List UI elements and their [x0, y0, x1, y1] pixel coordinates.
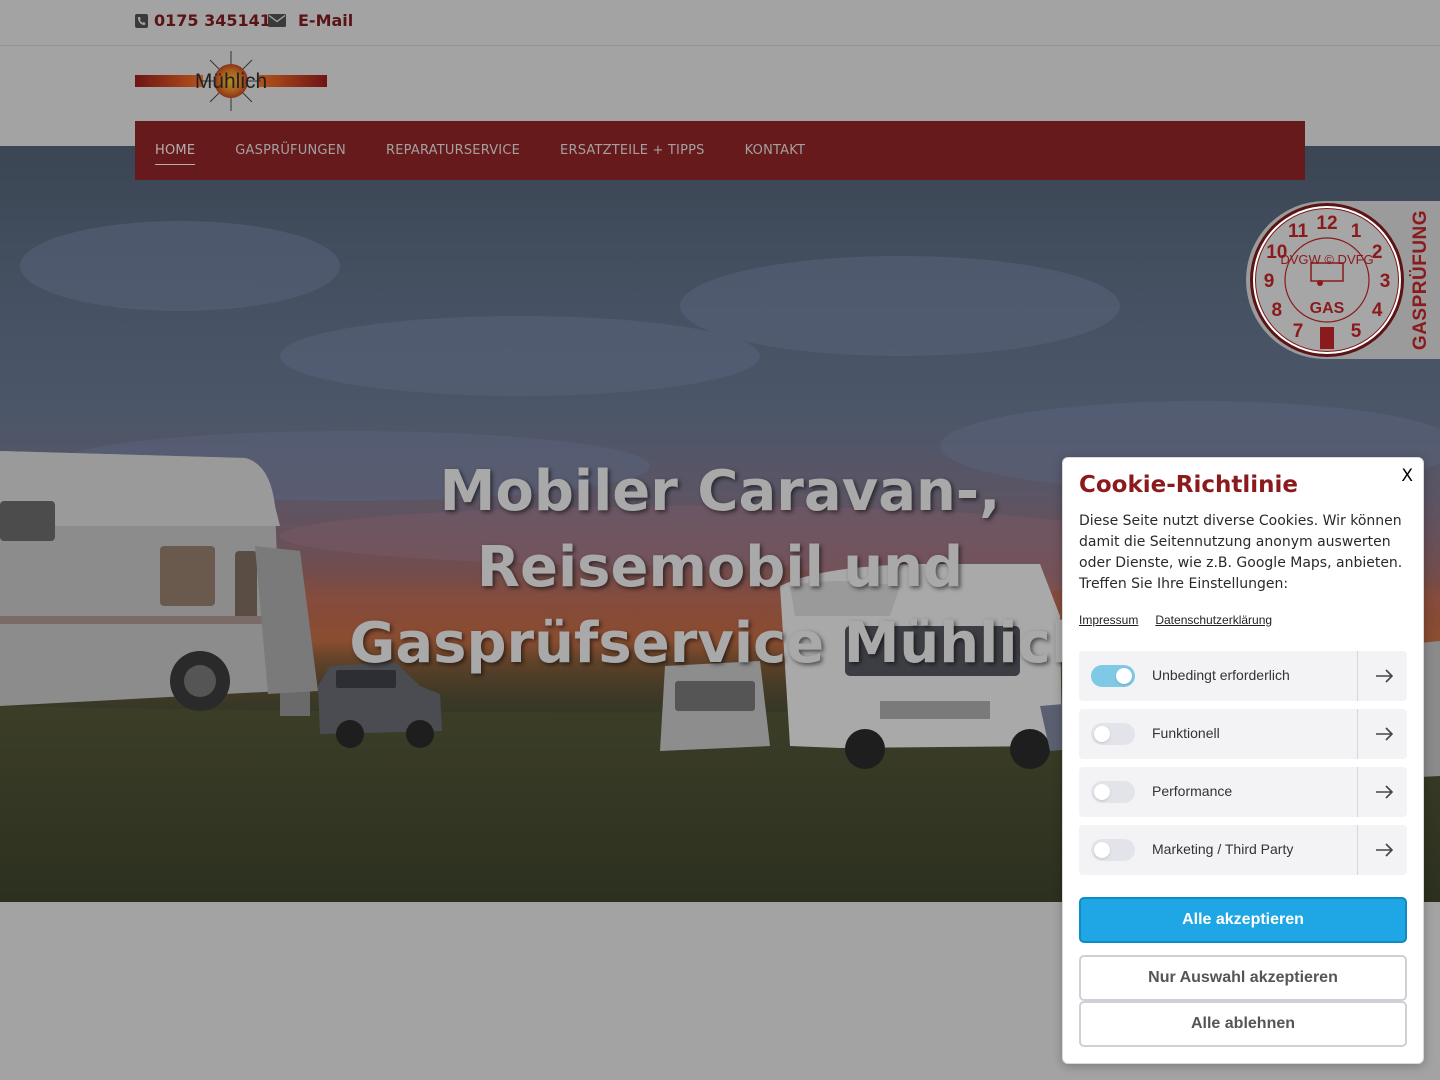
category-label: Unbedingt erforderlich — [1152, 667, 1290, 683]
arrow-right-icon[interactable] — [1373, 839, 1395, 861]
cookie-consent-dialog: X Cookie-Richtlinie Diese Seite nutzt di… — [1062, 457, 1424, 1064]
cookie-category-necessary[interactable]: Unbedingt erforderlich — [1079, 651, 1407, 701]
cookie-category-marketing[interactable]: Marketing / Third Party — [1079, 825, 1407, 875]
hero-title-line-1: Mobiler Caravan-, — [439, 459, 1001, 524]
close-button[interactable]: X — [1401, 466, 1413, 486]
nav-item-reparaturservice[interactable]: Reparaturservice — [386, 137, 520, 164]
gas-badge-label-text: GASPRÜFUNG — [1410, 209, 1431, 351]
category-label: Marketing / Third Party — [1152, 841, 1294, 857]
cookie-category-performance[interactable]: Performance — [1079, 767, 1407, 817]
arrow-right-icon[interactable] — [1373, 781, 1395, 803]
toggle-knob — [1094, 842, 1110, 858]
seal-center-text: GAS — [1310, 300, 1345, 317]
seal-month-12: 12 — [1316, 213, 1337, 234]
reject-all-button[interactable]: Alle ablehnen — [1079, 1001, 1407, 1047]
phone-link[interactable]: 0175 3451411 — [135, 11, 282, 30]
logo-text: Mühlich — [195, 70, 267, 93]
cookie-title: Cookie-Richtlinie — [1079, 472, 1299, 498]
phone-number: 0175 3451411 — [154, 11, 283, 30]
cookie-category-functional[interactable]: Funktionell — [1079, 709, 1407, 759]
contact-bar: 0175 3451411 E-Mail — [0, 0, 1440, 46]
seal-month-3: 3 — [1380, 271, 1391, 292]
site-logo[interactable]: Mühlich — [135, 50, 327, 112]
seal-month-1: 1 — [1351, 221, 1362, 242]
accept-selection-button[interactable]: Nur Auswahl akzeptieren — [1079, 955, 1407, 1001]
category-divider — [1357, 709, 1358, 759]
cookie-links: Impressum Datenschutzerklärung — [1079, 613, 1272, 627]
seal-top-text: DVGW © DVFG — [1280, 252, 1373, 267]
privacy-link[interactable]: Datenschutzerklärung — [1155, 613, 1272, 627]
arrow-right-icon[interactable] — [1373, 665, 1395, 687]
marketing-toggle[interactable] — [1091, 839, 1135, 861]
category-label: Performance — [1152, 783, 1233, 799]
envelope-icon — [268, 14, 286, 27]
main-nav: Home Gasprüfungen Reparaturservice Ersat… — [135, 121, 1305, 180]
category-divider — [1357, 651, 1358, 701]
hero-title: Mobiler Caravan-, Reisemobil und Gasprüf… — [320, 454, 1120, 682]
phone-icon — [135, 13, 148, 28]
gas-inspection-seal-icon: 121234567891011 DVGW © DVFG GAS — [1250, 203, 1404, 357]
category-divider — [1357, 825, 1358, 875]
accept-all-button[interactable]: Alle akzeptieren — [1079, 897, 1407, 943]
toggle-knob — [1094, 784, 1110, 800]
gas-badge-label[interactable]: GASPRÜFUNG — [1402, 209, 1440, 351]
nav-item-ersatzteile-tipps[interactable]: Ersatzteile + Tipps — [560, 137, 705, 164]
nav-item-home[interactable]: Home — [155, 137, 196, 165]
hero-title-line-3: Gasprüfservice Mühlich — [349, 611, 1091, 676]
toggle-knob — [1116, 668, 1132, 684]
arrow-right-icon[interactable] — [1373, 723, 1395, 745]
necessary-toggle[interactable] — [1091, 665, 1135, 687]
category-divider — [1357, 767, 1358, 817]
seal-month-5: 5 — [1351, 321, 1362, 342]
toggle-knob — [1094, 726, 1110, 742]
email-label: E-Mail — [298, 11, 354, 30]
seal-month-7: 7 — [1293, 321, 1304, 342]
seal-month-9: 9 — [1264, 271, 1275, 292]
seal-month-11: 11 — [1288, 221, 1309, 242]
nav-item-kontakt[interactable]: Kontakt — [745, 137, 805, 164]
seal-month-4: 4 — [1372, 300, 1383, 321]
category-label: Funktionell — [1152, 725, 1220, 741]
hero-title-line-2: Reisemobil und — [476, 535, 964, 600]
functional-toggle[interactable] — [1091, 723, 1135, 745]
impressum-link[interactable]: Impressum — [1079, 613, 1138, 627]
cookie-description: Diese Seite nutzt diverse Cookies. Wir k… — [1079, 513, 1403, 592]
seal-month-8: 8 — [1272, 300, 1283, 321]
email-link[interactable]: E-Mail — [268, 11, 353, 30]
performance-toggle[interactable] — [1091, 781, 1135, 803]
nav-item-gaspruefungen[interactable]: Gasprüfungen — [235, 137, 346, 164]
